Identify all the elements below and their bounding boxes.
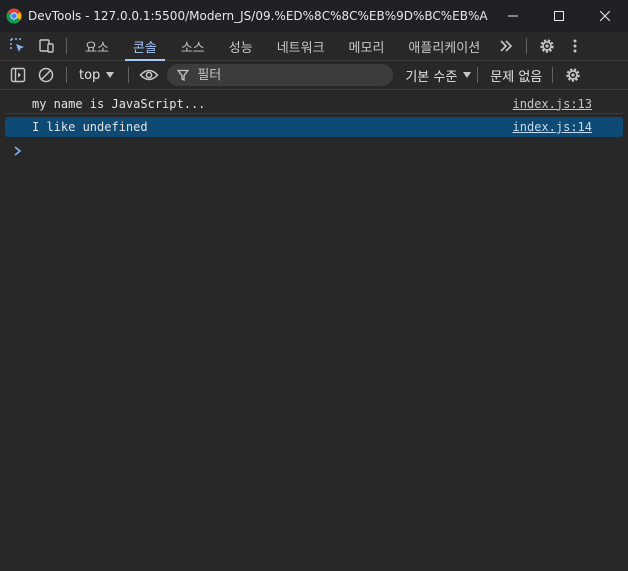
source-link[interactable]: index.js:14	[513, 120, 592, 134]
show-sidebar-button[interactable]	[4, 61, 32, 89]
console-prompt-icon[interactable]	[12, 144, 24, 158]
log-levels-label: 기본 수준	[405, 69, 458, 85]
log-levels-dropdown[interactable]: 기본 수준	[405, 66, 472, 85]
tab-network[interactable]: 네트워크	[265, 32, 337, 60]
device-toolbar-button[interactable]	[32, 32, 60, 60]
filter-input[interactable]	[195, 66, 380, 84]
tab-application[interactable]: 애플리케이션	[396, 32, 492, 60]
separator	[477, 67, 479, 83]
more-tabs-button[interactable]	[492, 32, 520, 60]
issues-counter[interactable]: 문제 없음	[490, 66, 542, 85]
live-expression-button[interactable]	[135, 61, 163, 89]
sidebar-toggle-icon	[10, 67, 26, 83]
settings-button[interactable]	[533, 32, 561, 60]
title-bar: DevTools - 127.0.0.1:5500/Modern_JS/09.%…	[0, 0, 628, 32]
eye-icon	[139, 69, 159, 81]
minimize-button[interactable]	[490, 0, 536, 32]
caret-down-icon	[463, 72, 472, 78]
inspect-element-icon	[10, 38, 24, 52]
separator	[128, 67, 130, 83]
console-output: my name is JavaScript... index.js:13 I l…	[0, 90, 628, 571]
console-toolbar: top 기본 수준 문제 없음	[0, 61, 628, 90]
gear-icon	[540, 39, 554, 53]
caret-down-icon	[106, 72, 115, 78]
inspect-element-button[interactable]	[4, 32, 32, 60]
separator	[66, 38, 67, 54]
gear-icon	[566, 68, 580, 82]
tab-memory[interactable]: 메모리	[337, 32, 397, 60]
console-settings-button[interactable]	[559, 61, 587, 89]
close-button[interactable]	[582, 0, 628, 32]
panel-tab-bar: 요소 콘솔 소스 성능 네트워크 메모리 애플리케이션	[0, 32, 628, 61]
message-text: I like undefined	[32, 120, 148, 134]
message-text: my name is JavaScript...	[32, 96, 206, 111]
tab-sources[interactable]: 소스	[169, 32, 217, 60]
minimize-icon	[508, 15, 518, 17]
clear-console-button[interactable]	[32, 61, 60, 89]
close-icon	[600, 11, 610, 21]
filter-icon	[177, 69, 190, 81]
source-link[interactable]: index.js:13	[513, 97, 592, 111]
separator	[552, 67, 554, 83]
device-toggle-icon	[39, 39, 54, 53]
maximize-icon	[554, 11, 564, 21]
tab-performance[interactable]: 성능	[217, 32, 265, 60]
separator	[66, 67, 67, 83]
tab-elements[interactable]: 요소	[73, 32, 121, 60]
clear-console-icon	[38, 67, 54, 83]
console-message-selected[interactable]: I like undefined index.js:14	[5, 117, 623, 137]
chevron-double-right-icon	[500, 40, 513, 52]
more-options-button[interactable]	[561, 32, 589, 60]
context-selector[interactable]: top	[73, 68, 122, 83]
window-title: DevTools - 127.0.0.1:5500/Modern_JS/09.%…	[28, 9, 488, 23]
chrome-logo-icon	[6, 8, 22, 24]
separator	[526, 38, 528, 54]
kebab-menu-icon	[573, 39, 577, 53]
maximize-button[interactable]	[536, 0, 582, 32]
context-label: top	[79, 67, 101, 83]
tab-console[interactable]: 콘솔	[121, 32, 169, 61]
filter-box[interactable]	[167, 64, 394, 86]
console-message[interactable]: my name is JavaScript... index.js:13	[5, 94, 623, 114]
